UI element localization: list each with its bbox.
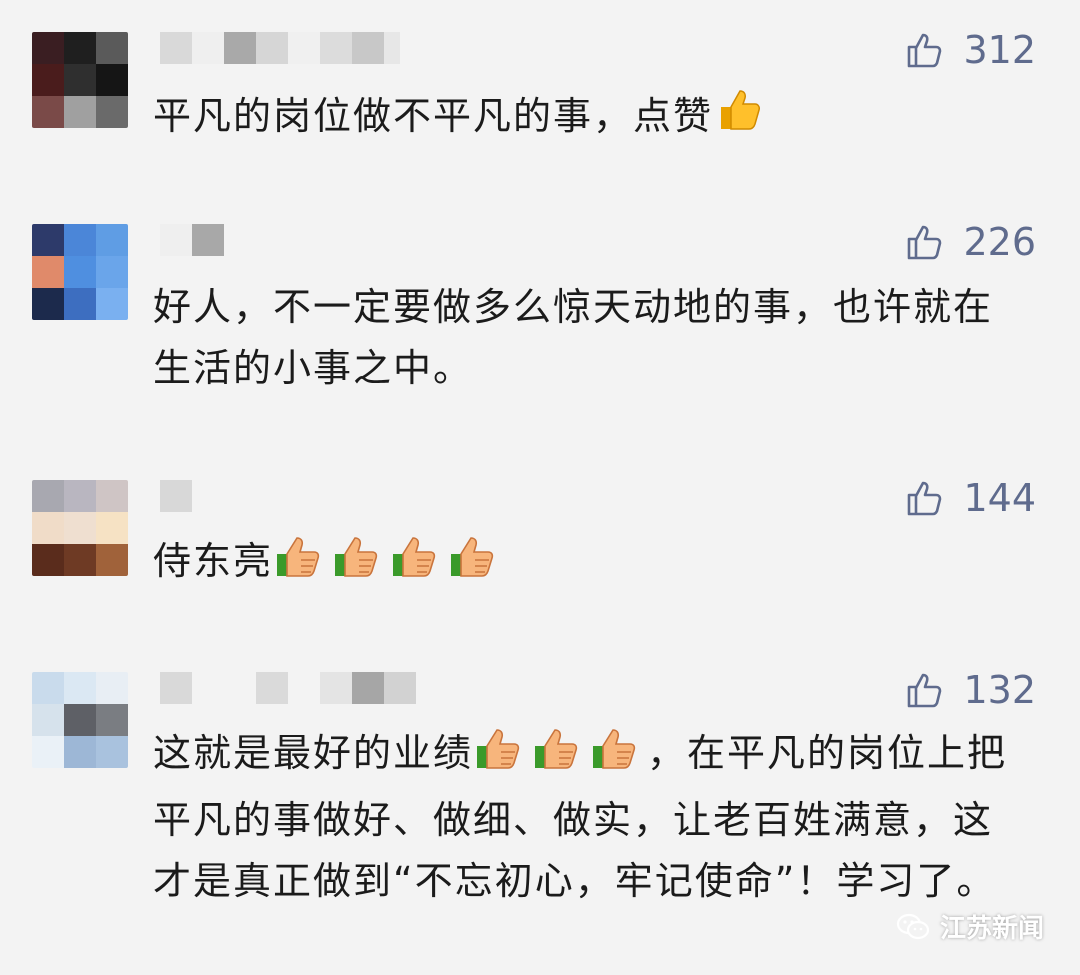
username-blurred[interactable]	[160, 480, 192, 512]
thumbs-up-emoji-icon	[475, 722, 531, 790]
like-button[interactable]: 226	[905, 220, 1036, 264]
comment-text: 这就是最好的业绩 ，在平凡的岗位上把平凡的事做好、做细、做实，让老百姓满意，这才是…	[153, 722, 1013, 912]
thumbs-up-emoji-icon	[591, 722, 647, 790]
thumbs-up-outline-icon	[908, 33, 942, 68]
avatar[interactable]	[32, 32, 128, 128]
thumbs-up-emoji-icon	[715, 85, 765, 153]
thumbs-up-emoji-icon	[449, 530, 505, 598]
like-count: 132	[963, 668, 1036, 712]
comment-text: 好人，不一定要做多么惊天动地的事，也许就在生活的小事之中。	[153, 285, 994, 390]
like-button[interactable]: 312	[905, 28, 1036, 72]
comment-text: 侍东亮	[153, 530, 1013, 598]
thumbs-up-outline-icon	[908, 225, 942, 260]
thumbs-up-outline-icon	[908, 481, 942, 516]
thumbs-up-emoji-icon	[275, 530, 331, 598]
like-count: 144	[963, 476, 1036, 520]
like-count: 312	[963, 28, 1036, 72]
username-blurred[interactable]	[160, 32, 400, 64]
username-blurred[interactable]	[160, 672, 416, 704]
wechat-icon	[896, 913, 930, 939]
avatar[interactable]	[32, 224, 128, 320]
like-button[interactable]: 144	[905, 476, 1036, 520]
like-button[interactable]: 132	[905, 668, 1036, 712]
thumbs-up-emoji-icon	[533, 722, 589, 790]
avatar[interactable]	[32, 672, 128, 768]
thumbs-up-outline-icon	[908, 673, 942, 708]
avatar[interactable]	[32, 480, 128, 576]
thumbs-up-emoji-icon	[333, 530, 389, 598]
username-blurred[interactable]	[160, 224, 224, 256]
comment-text: 平凡的岗位做不平凡的事，点赞	[153, 85, 1013, 153]
like-count: 226	[963, 220, 1036, 264]
thumbs-up-emoji-icon	[391, 530, 447, 598]
watermark-label: 江苏新闻	[939, 914, 1044, 944]
source-watermark: 江苏新闻	[896, 908, 1044, 945]
